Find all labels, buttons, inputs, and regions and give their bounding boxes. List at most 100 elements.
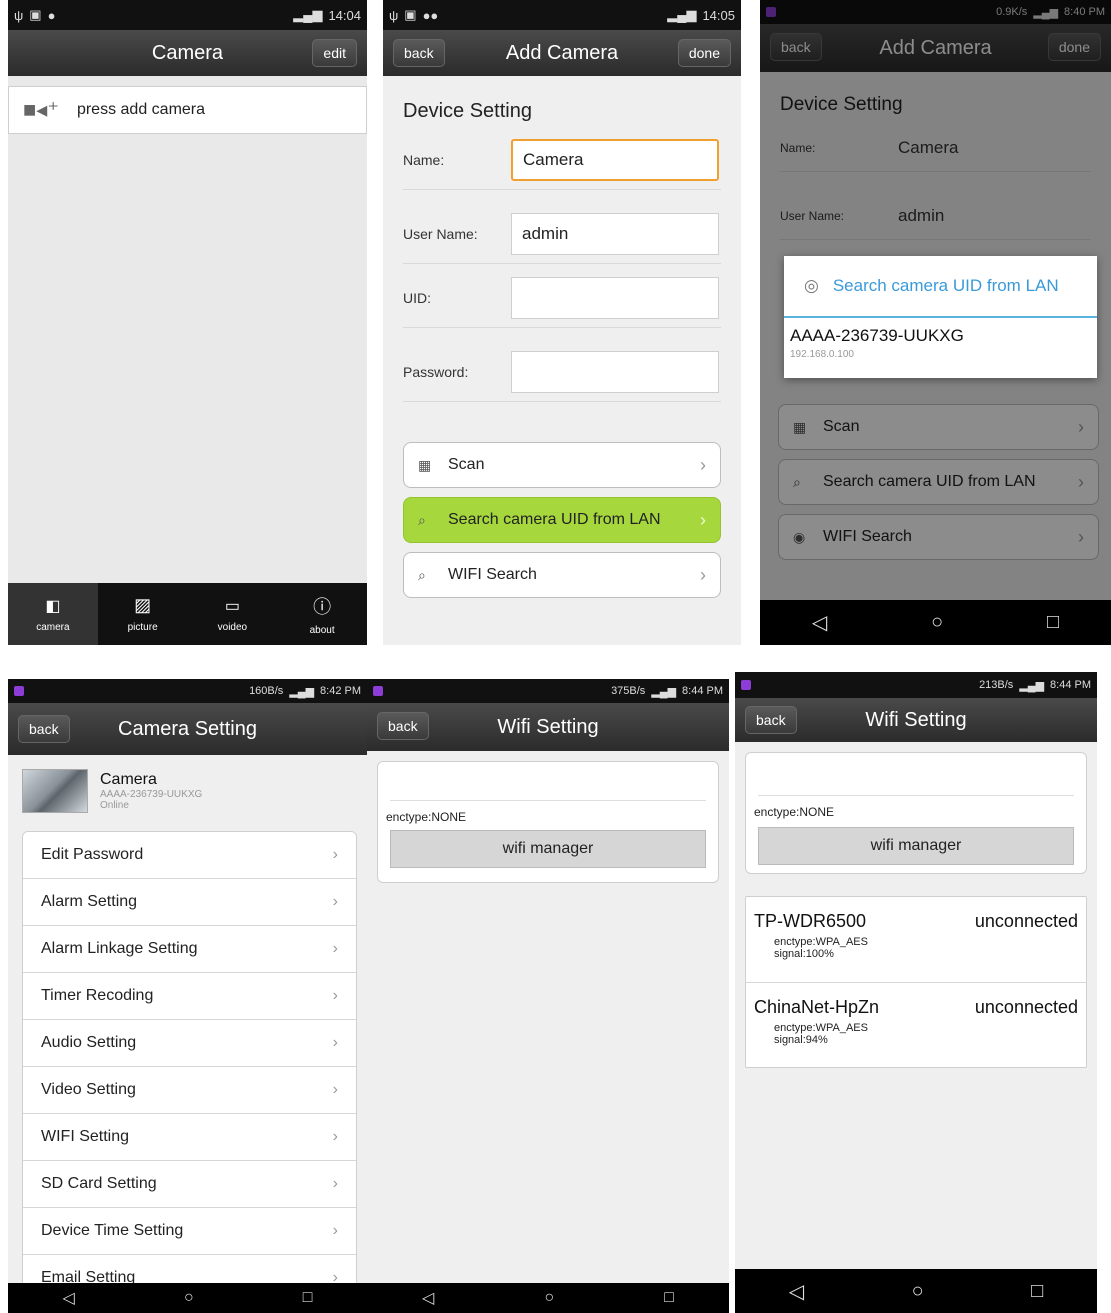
name-label: Name: — [403, 151, 445, 168]
menu-device-time-setting[interactable]: Device Time Setting › — [23, 1208, 356, 1255]
status-time: 14:05 — [702, 7, 735, 23]
page-title: Camera Setting — [118, 717, 257, 740]
add-camera-row[interactable]: ■◂⁺ press add camera — [8, 86, 367, 134]
chevron-right-icon: › — [332, 1128, 338, 1145]
tab-picture[interactable]: ▨ picture — [98, 583, 188, 645]
network-list: TP-WDR6500 unconnected enctype:WPA_AES s… — [745, 896, 1087, 1068]
screen-camera-setting: 160B/s ▂▄▆ 8:42 PM back Camera Setting Cam… — [8, 679, 367, 1313]
wifi-card: enctype:NONE wifi manager — [377, 761, 719, 883]
notification-icon — [741, 680, 751, 690]
signal-icon: ▂▄▆ — [1019, 679, 1045, 692]
recents-nav-icon[interactable]: □ — [664, 1289, 674, 1307]
title-bar: back Wifi Setting — [367, 703, 729, 751]
screen-wifi-setting: 375B/s ▂▄▆ 8:44 PM back Wifi Setting encty… — [367, 679, 729, 1313]
menu-alarm-linkage[interactable]: Alarm Linkage Setting › — [23, 926, 356, 973]
screen-wifi-list: 213B/s ▂▄▆ 8:44 PM back Wifi Setting encty… — [735, 672, 1097, 1313]
uid-field-row: UID: — [403, 268, 721, 328]
page-title: Wifi Setting — [497, 715, 599, 738]
chevron-right-icon: › — [700, 454, 706, 475]
wifi-search-button[interactable]: ⌕ WIFI Search › — [403, 552, 721, 598]
network-item[interactable]: ChinaNet-HpZn unconnected enctype:WPA_AE… — [746, 983, 1086, 1069]
home-nav-icon[interactable]: ○ — [912, 1280, 924, 1303]
back-button[interactable]: back — [393, 39, 445, 67]
wifi-manager-button[interactable]: wifi manager — [390, 830, 706, 868]
menu-label: Device Time Setting — [41, 1222, 184, 1239]
status-time: 8:44 PM — [1050, 679, 1091, 691]
card-divider — [390, 800, 706, 801]
search-target-icon: ◎ — [804, 276, 819, 295]
title-bar: Camera edit — [8, 30, 367, 76]
menu-wifi-setting[interactable]: WIFI Setting › — [23, 1114, 356, 1161]
tab-camera-label: camera — [36, 621, 70, 633]
menu-label: Audio Setting — [41, 1034, 137, 1051]
back-button[interactable]: back — [18, 715, 70, 743]
wifi-card: enctype:NONE wifi manager — [745, 752, 1087, 874]
back-nav-icon[interactable]: ◁ — [789, 1279, 804, 1304]
search-dialog: ◎ Search camera UID from LAN AAAA-236739… — [784, 256, 1097, 378]
menu-video-setting[interactable]: Video Setting › — [23, 1067, 356, 1114]
password-input[interactable] — [511, 350, 719, 393]
system-nav-bar: ◁ ○ □ — [735, 1269, 1097, 1313]
username-label: User Name: — [403, 225, 478, 242]
recents-nav-icon[interactable]: □ — [1031, 1280, 1043, 1303]
wifi-search-label: WIFI Search — [448, 566, 537, 583]
system-nav-bar: ◁ ○ □ — [8, 1283, 367, 1313]
page-title: Wifi Setting — [865, 708, 967, 731]
tab-camera[interactable]: ◧ camera — [8, 583, 98, 645]
menu-sd-card-setting[interactable]: SD Card Setting › — [23, 1161, 356, 1208]
wifi-manager-button[interactable]: wifi manager — [758, 827, 1074, 865]
camera-name: Camera — [100, 771, 157, 788]
done-button[interactable]: done — [677, 39, 731, 67]
uid-input[interactable] — [511, 276, 719, 319]
back-nav-icon[interactable]: ◁ — [422, 1288, 434, 1308]
notification-icon: ▣ — [404, 7, 417, 22]
dialog-result-item[interactable]: AAAA-236739-UUKXG 192.168.0.100 — [784, 318, 1097, 368]
menu-audio-setting[interactable]: Audio Setting › — [23, 1020, 356, 1067]
menu-label: Video Setting — [41, 1081, 136, 1098]
title-bar: back Camera Setting — [8, 703, 367, 755]
status-time: 8:44 PM — [682, 685, 723, 697]
username-input[interactable]: admin — [511, 212, 719, 255]
status-time: 8:42 PM — [320, 685, 361, 697]
recents-nav-icon[interactable]: □ — [303, 1289, 313, 1307]
net-speed: 213B/s — [979, 679, 1014, 691]
add-camera-icon: ■◂⁺ — [23, 97, 59, 122]
camera-thumbnail — [22, 769, 88, 813]
chevron-right-icon: › — [332, 846, 338, 863]
tab-about[interactable]: ⓘ about — [277, 583, 367, 645]
chevron-right-icon: › — [332, 1034, 338, 1051]
menu-timer-recording[interactable]: Timer Recoding › — [23, 973, 356, 1020]
status-bar: 375B/s ▂▄▆ 8:44 PM — [367, 679, 729, 703]
tab-video-label: voideo — [217, 621, 248, 633]
chevron-right-icon: › — [332, 940, 338, 957]
title-bar: back Wifi Setting — [735, 698, 1097, 742]
screen-add-camera: ψ ▣ ●● ▂▄▆ 14:05 back Add Camera done Devic… — [383, 0, 741, 645]
home-nav-icon[interactable]: ○ — [544, 1289, 554, 1307]
chevron-right-icon: › — [332, 1175, 338, 1192]
back-button[interactable]: back — [377, 712, 429, 740]
back-nav-icon[interactable]: ◁ — [63, 1288, 75, 1308]
home-nav-icon[interactable]: ○ — [184, 1289, 194, 1307]
tab-video[interactable]: ▭ voideo — [188, 583, 278, 645]
network-ssid: TP-WDR6500 — [754, 911, 867, 931]
about-icon: ⓘ — [313, 596, 332, 617]
search-lan-button[interactable]: ⌕ Search camera UID from LAN › — [403, 497, 721, 543]
edit-button[interactable]: edit — [312, 39, 357, 67]
recents-nav-icon[interactable]: □ — [1047, 611, 1059, 634]
tab-picture-label: picture — [127, 622, 158, 633]
home-nav-icon[interactable]: ○ — [931, 611, 943, 634]
notification-icon — [373, 686, 383, 696]
menu-alarm-setting[interactable]: Alarm Setting › — [23, 879, 356, 926]
status-bar: 160B/s ▂▄▆ 8:42 PM — [8, 679, 367, 703]
app-icon: ● — [47, 7, 56, 23]
back-button[interactable]: back — [745, 706, 797, 734]
name-input[interactable]: Camera — [511, 138, 719, 181]
status-time: 14:04 — [328, 7, 361, 23]
tab-bar: ◧ camera ▨ picture ▭ voideo ⓘ about — [8, 583, 367, 645]
result-uid: AAAA-236739-UUKXG — [790, 326, 964, 345]
scan-button[interactable]: ▦ Scan › — [403, 442, 721, 488]
back-nav-icon[interactable]: ◁ — [812, 610, 827, 635]
network-item[interactable]: TP-WDR6500 unconnected enctype:WPA_AES s… — [746, 897, 1086, 983]
password-field-row: Password: — [403, 342, 721, 402]
menu-edit-password[interactable]: Edit Password › — [23, 832, 356, 879]
